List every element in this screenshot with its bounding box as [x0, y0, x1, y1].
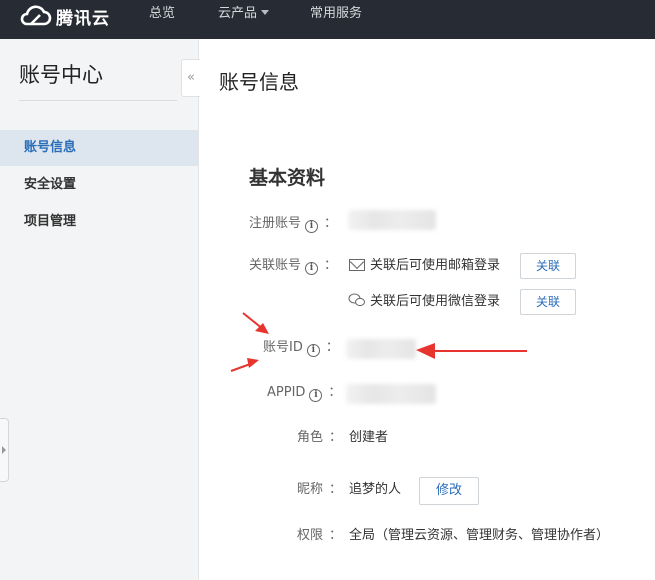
expand-panel-handle[interactable] — [0, 418, 9, 482]
colon: ： — [329, 430, 343, 445]
nav-cloud-products-label: 云产品 — [218, 6, 258, 21]
mail-icon — [349, 259, 365, 271]
label-text: 角色 — [297, 430, 324, 445]
sidebar-item-label: 安全设置 — [24, 177, 77, 192]
sidebar: 账号中心 账号信息 安全设置 项目管理 — [0, 39, 199, 580]
nav-cloud-products[interactable]: 云产品 — [218, 0, 270, 31]
register-account-label: 注册账号 i ： — [249, 214, 337, 234]
nav-common-services[interactable]: 常用服务 — [310, 0, 362, 31]
nickname-label: 昵称 ： — [297, 480, 342, 500]
label-text: 昵称 — [297, 482, 324, 497]
nickname-value: 追梦的人 — [349, 482, 402, 497]
permission-label: 权限 ： — [297, 526, 342, 546]
sidebar-item-label: 账号信息 — [24, 140, 77, 155]
top-navigation-bar: 腾讯云 总览 云产品 常用服务 — [0, 0, 655, 39]
role-value: 创建者 — [349, 430, 389, 445]
sidebar-title: 账号中心 — [19, 63, 103, 87]
colon: ： — [328, 385, 342, 400]
chevron-right-icon — [2, 446, 6, 454]
sidebar-item-account-info[interactable]: 账号信息 — [0, 130, 198, 166]
nav-common-services-label: 常用服务 — [310, 6, 363, 21]
caret-down-icon — [261, 10, 270, 15]
logo-text: 腾讯云 — [56, 8, 110, 29]
nav-overview-label: 总览 — [149, 6, 176, 21]
info-icon[interactable]: i — [305, 262, 319, 275]
link-email-button[interactable]: 关联 — [520, 253, 576, 279]
sidebar-item-label: 项目管理 — [24, 214, 77, 229]
permission-value: 全局（管理云资源、管理财务、管理协作者） — [349, 528, 610, 543]
colon: ： — [324, 258, 338, 273]
label-text: 关联账号 — [249, 258, 302, 273]
appid-value-redacted — [346, 384, 436, 404]
label-text: 权限 — [297, 528, 324, 543]
label-text: APPID — [267, 385, 306, 400]
role-label: 角色 ： — [297, 428, 342, 448]
cloud-logo-icon — [20, 5, 52, 26]
register-account-value-redacted — [348, 210, 436, 230]
sidebar-item-project-management[interactable]: 项目管理 — [0, 204, 198, 240]
colon: ： — [324, 216, 338, 231]
page-title: 账号信息 — [219, 70, 299, 94]
linked-account-label: 关联账号 i ： — [249, 256, 337, 276]
label-text: 注册账号 — [249, 216, 302, 231]
appid-label: APPID i ： — [267, 383, 341, 403]
sidebar-item-security-settings[interactable]: 安全设置 — [0, 167, 198, 203]
info-icon[interactable]: i — [309, 389, 323, 402]
sidebar-divider — [19, 100, 177, 101]
colon: ： — [329, 482, 343, 497]
info-icon[interactable]: i — [305, 220, 319, 233]
colon: ： — [329, 528, 343, 543]
double-chevron-left-icon: « — [187, 70, 195, 85]
email-link-hint: 关联后可使用邮箱登录 — [370, 258, 501, 273]
section-title: 基本资料 — [249, 167, 326, 189]
nav-overview[interactable]: 总览 — [149, 0, 175, 31]
tencent-cloud-logo[interactable]: 腾讯云 — [18, 3, 110, 29]
edit-nickname-button[interactable]: 修改 — [419, 477, 479, 505]
red-annotation-arrows — [230, 312, 527, 372]
sidebar-collapse-button[interactable]: « — [181, 59, 200, 97]
